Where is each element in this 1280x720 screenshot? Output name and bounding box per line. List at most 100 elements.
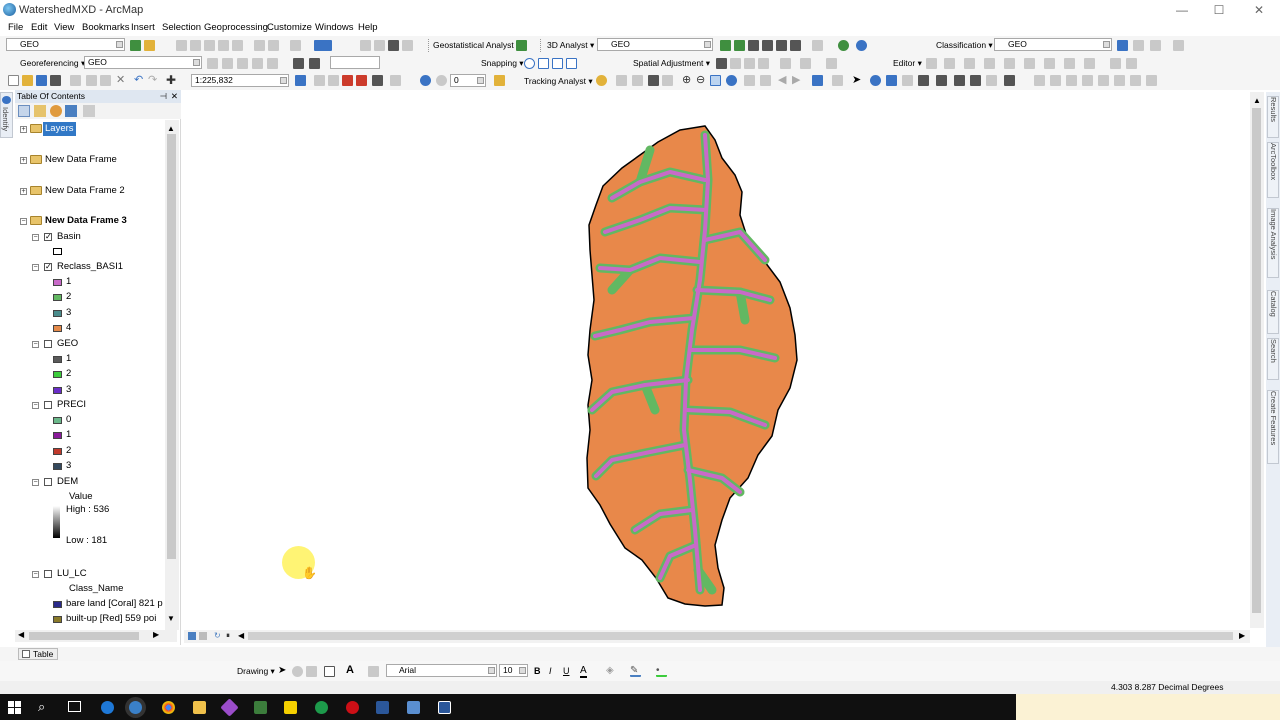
toc-window-icon[interactable]	[314, 75, 325, 86]
scroll-up-icon[interactable]: ▲	[167, 124, 175, 133]
point-profile-icon[interactable]	[790, 40, 801, 51]
model-builder-icon[interactable]	[390, 75, 401, 86]
swipe-tool-icon[interactable]	[204, 40, 215, 51]
adjust-preview-icon[interactable]	[800, 58, 811, 69]
app-globe-icon[interactable]	[315, 701, 328, 714]
toc-hscroll-thumb[interactable]	[29, 632, 139, 640]
save-icon[interactable]	[36, 75, 47, 86]
scale-icon[interactable]	[237, 58, 248, 69]
menu-insert[interactable]: Insert	[131, 22, 155, 33]
sticky-notes-icon[interactable]	[284, 701, 297, 714]
clear-rotation-icon[interactable]	[436, 75, 447, 86]
map-hscroll-thumb[interactable]	[248, 632, 1233, 640]
font-size-combo[interactable]: 10	[499, 664, 528, 677]
collapse-basin-icon[interactable]: −	[32, 234, 39, 241]
data-view-icon[interactable]	[188, 632, 196, 640]
select-elements-draw-icon[interactable]: ➤	[278, 666, 289, 677]
3d-tool-icon[interactable]	[720, 40, 731, 51]
preci-visibility-checkbox[interactable]	[44, 401, 52, 409]
toc-options-icon[interactable]	[83, 105, 95, 117]
full-extent-icon[interactable]	[726, 75, 737, 86]
geo-class-3-swatch[interactable]	[53, 387, 62, 394]
layout-tool-7-icon[interactable]	[1130, 75, 1141, 86]
layer-tool-icon[interactable]	[130, 40, 141, 51]
map-scroll-left-icon[interactable]: ◀	[238, 631, 244, 640]
bold-button[interactable]: B	[534, 666, 541, 676]
georeferencing-layer-combo[interactable]: GEO	[84, 56, 202, 69]
zoom-whole-page-icon[interactable]	[306, 666, 317, 677]
layout-tool-5-icon[interactable]	[1098, 75, 1109, 86]
arctoolbox-icon[interactable]	[356, 75, 367, 86]
collapse-preci-icon[interactable]: −	[32, 402, 39, 409]
shift-icon[interactable]	[222, 58, 233, 69]
select-elements-icon[interactable]	[716, 58, 727, 69]
drawing-menu[interactable]: Drawing ▾	[237, 666, 275, 677]
update-icon[interactable]	[309, 58, 320, 69]
menu-view[interactable]: View	[54, 22, 74, 33]
menu-windows[interactable]: Windows	[315, 22, 354, 33]
word-icon[interactable]	[376, 701, 389, 714]
layer-reclass-basi1[interactable]: Reclass_BASI1	[57, 260, 123, 274]
geo-class-1-swatch[interactable]	[53, 356, 62, 363]
maximize-button[interactable]: ☐	[1212, 3, 1226, 17]
select-features-icon[interactable]	[812, 75, 823, 86]
map-scroll-up-icon[interactable]: ▲	[1253, 96, 1261, 105]
viewer-window-icon[interactable]	[1004, 75, 1015, 86]
fill-color-icon[interactable]: ◈	[606, 666, 617, 677]
tracking-symbol-icon[interactable]	[632, 75, 643, 86]
find-icon[interactable]	[936, 75, 947, 86]
layer-basin[interactable]: Basin	[57, 230, 81, 244]
marker-color-icon[interactable]: •	[656, 666, 667, 677]
cut-icon[interactable]	[70, 75, 81, 86]
layout-tool-4-icon[interactable]	[1082, 75, 1093, 86]
find-route-icon[interactable]	[954, 75, 965, 86]
spatial-adjustment-menu[interactable]: Spatial Adjustment ▾	[633, 58, 710, 69]
text-tool-icon[interactable]: A	[346, 665, 357, 676]
multi-link-icon[interactable]	[758, 58, 769, 69]
measure-icon[interactable]	[290, 40, 301, 51]
geostatistical-analyst-menu[interactable]: Geostatistical Analyst ▾	[433, 40, 520, 51]
python-window-icon[interactable]	[372, 75, 383, 86]
link-table-2-icon[interactable]	[780, 58, 791, 69]
delete-icon[interactable]: ✕	[116, 75, 127, 86]
zoom-out-icon[interactable]: ⊖	[696, 75, 707, 86]
link-table-icon[interactable]	[267, 58, 278, 69]
results-tab[interactable]: Results	[1267, 96, 1279, 138]
search-tab[interactable]: Search	[1267, 338, 1279, 380]
draw-polygon-icon[interactable]	[1150, 40, 1161, 51]
map-scroll-right-icon[interactable]: ▶	[1239, 631, 1245, 640]
expand-layers-icon[interactable]: +	[20, 126, 27, 133]
layer-lu-lc[interactable]: LU_LC	[57, 567, 87, 581]
editor-toolbar-icon[interactable]	[295, 75, 306, 86]
add-control-point-icon[interactable]	[252, 58, 263, 69]
paste-icon[interactable]	[100, 75, 111, 86]
snapping-menu[interactable]: Snapping ▾	[481, 58, 524, 69]
contour-icon[interactable]	[734, 40, 745, 51]
list-by-visibility-icon[interactable]	[50, 105, 62, 117]
print-doc-icon[interactable]	[50, 75, 61, 86]
3d-analyst-menu[interactable]: 3D Analyst ▾	[547, 40, 594, 51]
pin-icon[interactable]: ⊣	[160, 90, 167, 103]
reclass-class-4-swatch[interactable]	[53, 325, 62, 332]
tracking-tool-icon[interactable]	[662, 75, 673, 86]
watershed-map[interactable]	[184, 92, 1250, 628]
georeferencing-menu[interactable]: Georeferencing ▾	[20, 58, 85, 69]
search-icon[interactable]: ⌕	[38, 699, 45, 715]
map-horizontal-scrollbar[interactable]: ↻ ⏸ ◀ ▶	[184, 630, 1250, 643]
undo-icon[interactable]: ↶	[134, 75, 145, 86]
identify-icon[interactable]	[870, 75, 881, 86]
app-green-icon[interactable]	[254, 701, 267, 714]
close-button[interactable]: ✕	[1252, 3, 1266, 17]
line-of-sight-icon[interactable]	[762, 40, 773, 51]
rotate-icon[interactable]	[207, 58, 218, 69]
rectangle-icon[interactable]	[324, 666, 335, 677]
collapse-lulc-icon[interactable]: −	[32, 571, 39, 578]
collapse-new-data-frame-3-icon[interactable]: −	[20, 218, 27, 225]
map-vscroll-thumb[interactable]	[1252, 108, 1261, 613]
expand-new-data-frame-icon[interactable]: +	[20, 157, 27, 164]
lulc-built-up-swatch[interactable]	[53, 616, 62, 623]
app-purple-icon[interactable]	[220, 698, 239, 717]
vertex-snap-icon[interactable]	[552, 58, 563, 69]
toc-horizontal-scrollbar[interactable]: ◀ ▶	[15, 630, 177, 642]
trace-icon[interactable]	[1004, 58, 1015, 69]
